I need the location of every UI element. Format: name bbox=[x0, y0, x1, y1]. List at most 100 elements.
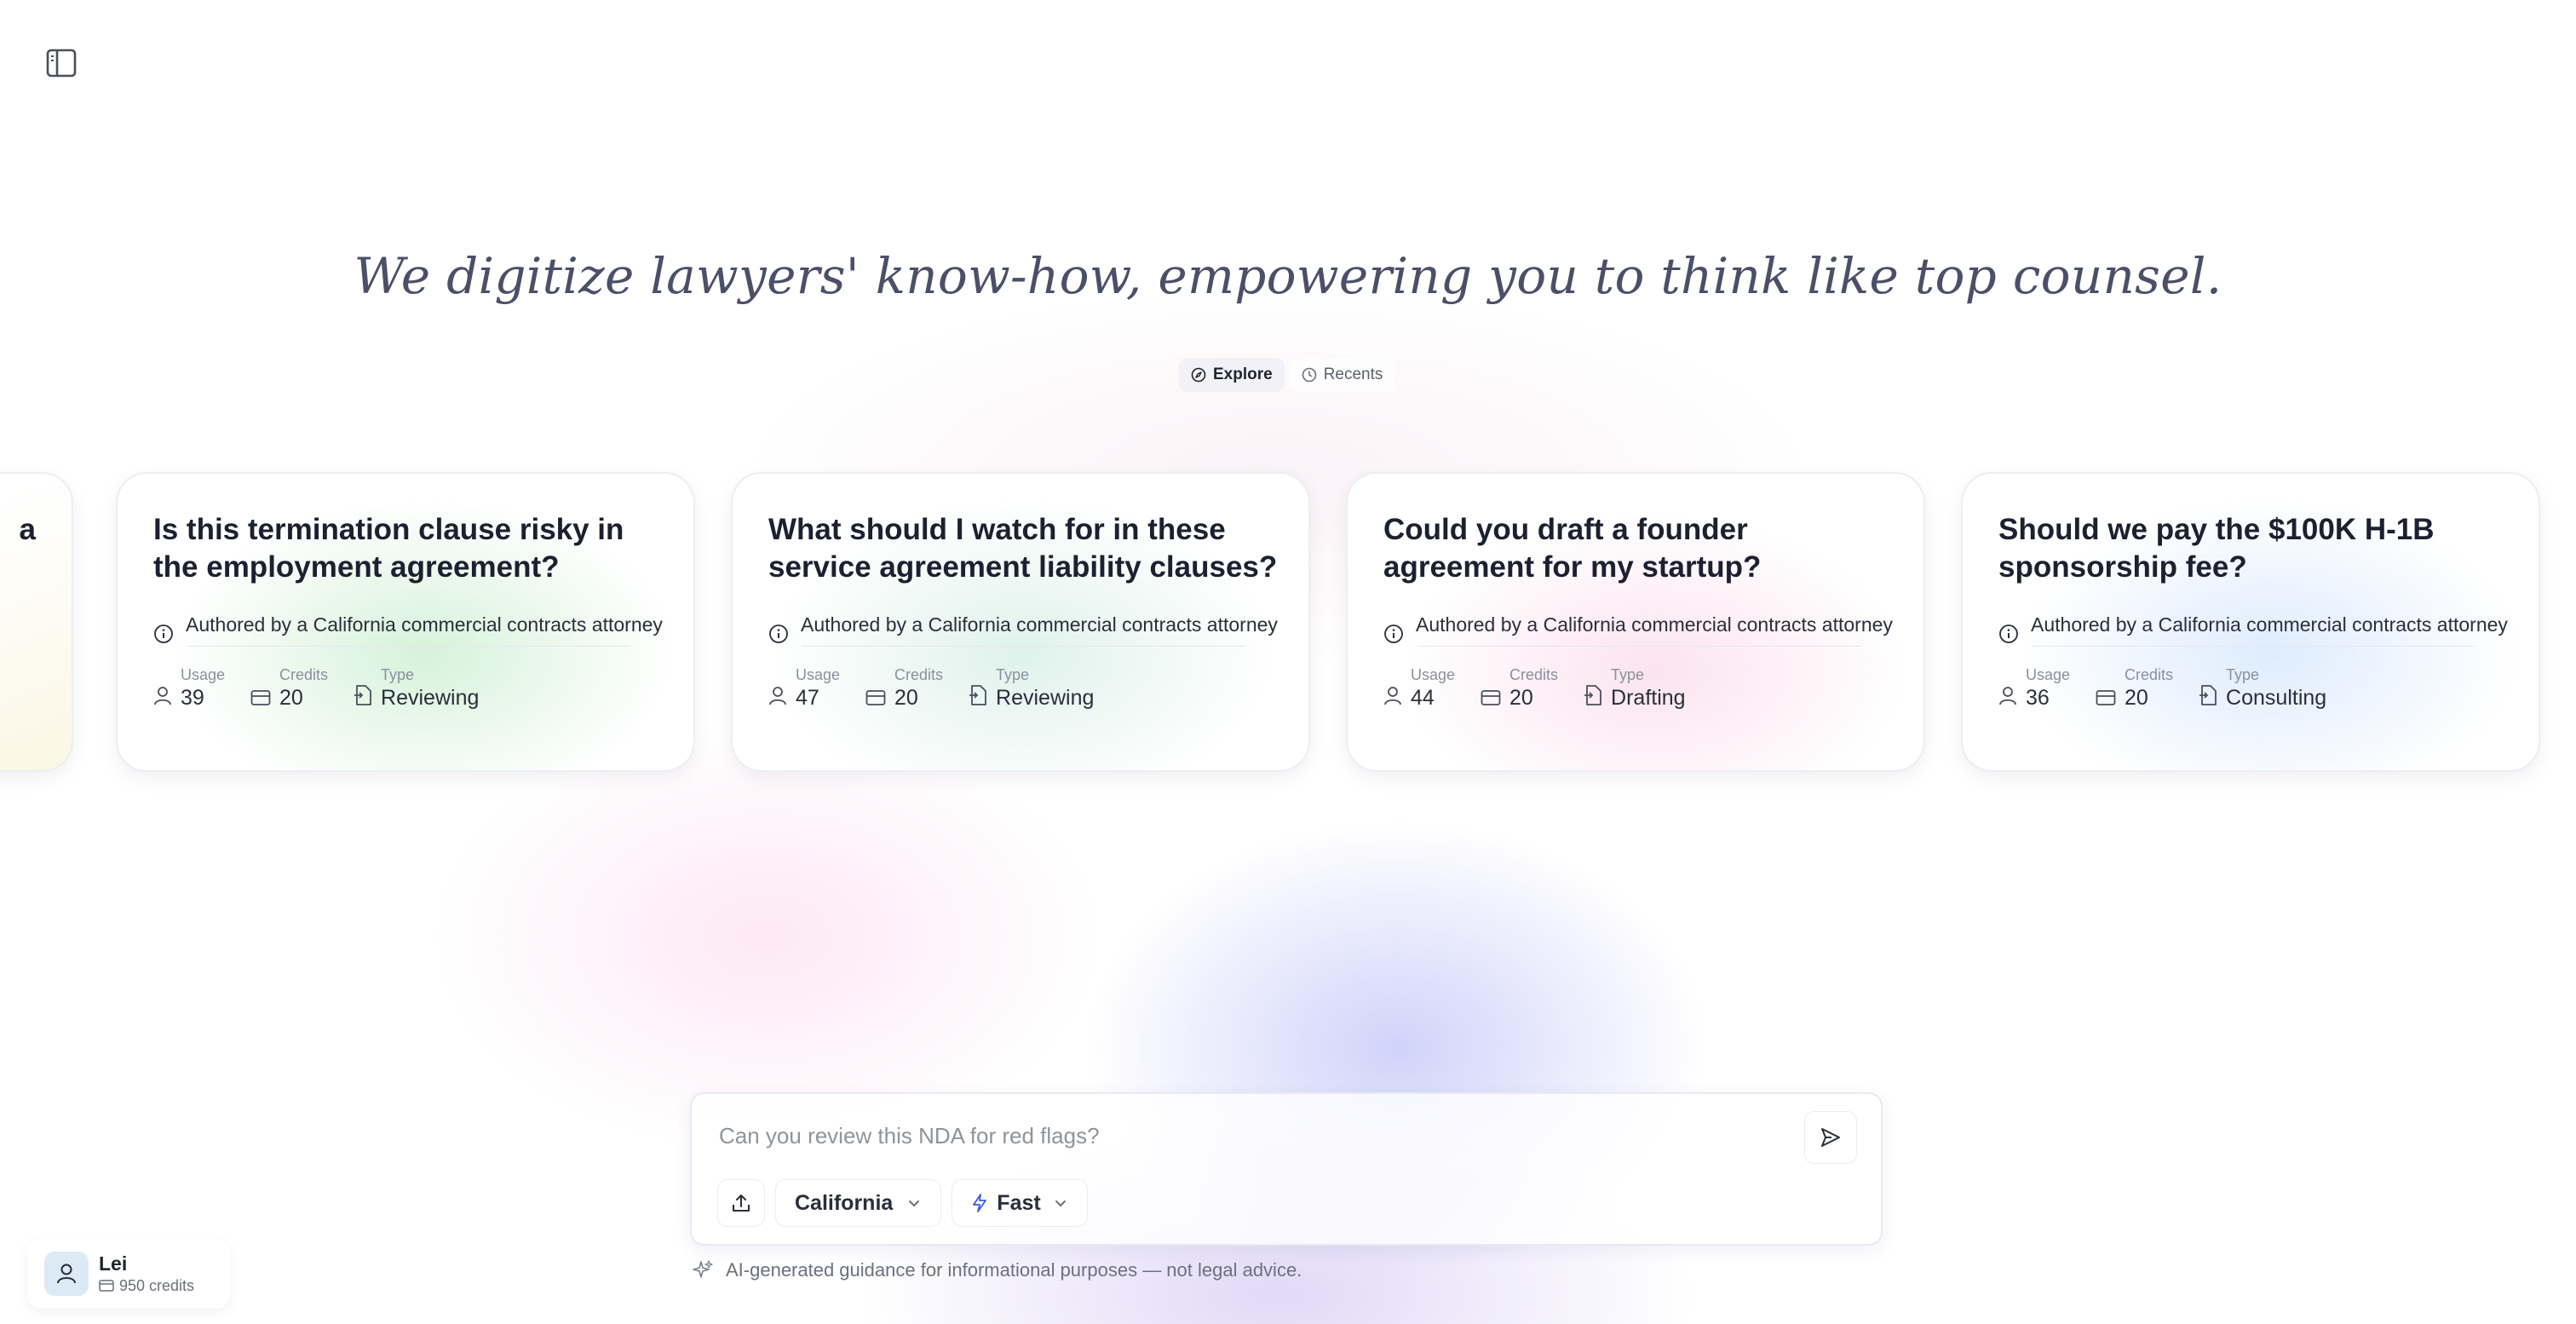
credits-value: 20 bbox=[2125, 686, 2148, 710]
card-meta: Usage 47 Credits 20 Type Reviewing bbox=[768, 665, 1279, 711]
user-icon bbox=[57, 1264, 76, 1284]
lightning-icon bbox=[973, 1194, 987, 1212]
jurisdiction-value: California bbox=[795, 1190, 894, 1215]
credits-value: 20 bbox=[279, 686, 303, 710]
credits-label: Credits bbox=[1509, 666, 1559, 683]
usage-stat: Usage 44 bbox=[1383, 665, 1455, 711]
type-label: Type bbox=[2226, 666, 2260, 683]
divider bbox=[2033, 646, 2475, 647]
usage-value: 39 bbox=[181, 686, 204, 710]
sidebar-toggle-button[interactable] bbox=[44, 48, 78, 78]
sidebar-panel-icon bbox=[46, 49, 77, 78]
credits-label: Credits bbox=[2125, 666, 2174, 683]
document-icon bbox=[1584, 685, 1601, 705]
usage-label: Usage bbox=[1411, 666, 1456, 683]
user-account-chip[interactable]: Lei 950 credits bbox=[27, 1239, 230, 1309]
card-title: Could you draft a founder agreement for … bbox=[1383, 513, 1762, 584]
credits-stat: Credits 20 bbox=[1481, 665, 1558, 711]
user-credits: 950 credits bbox=[99, 1275, 194, 1296]
send-button[interactable] bbox=[1804, 1111, 1857, 1164]
card-meta: Usage 44 Credits 20 Type Drafting bbox=[1383, 665, 1895, 711]
mode-value: Fast bbox=[997, 1190, 1041, 1215]
usage-stat: Usage 36 bbox=[1998, 665, 2070, 711]
sparkle-icon bbox=[693, 1260, 713, 1278]
usage-label: Usage bbox=[181, 666, 226, 683]
upload-icon bbox=[733, 1194, 750, 1212]
info-icon bbox=[1999, 625, 2018, 643]
author-row: Authored by a California commercial cont… bbox=[768, 612, 1279, 644]
usage-stat: Usage 47 bbox=[768, 665, 840, 711]
credit-card-icon bbox=[865, 690, 886, 705]
user-icon bbox=[1384, 687, 1401, 705]
type-label: Type bbox=[996, 666, 1030, 683]
clock-icon bbox=[1302, 367, 1317, 383]
type-value: Reviewing bbox=[996, 686, 1095, 710]
tab-label: Recents bbox=[1323, 366, 1383, 383]
author-row: Authored by a California commercial cont… bbox=[1383, 612, 1895, 644]
card-title: Should we pay the $100K H-1B sponsorship… bbox=[1998, 513, 2435, 584]
card-meta: Usage 39 Credits 20 Type Reviewing bbox=[153, 665, 664, 711]
document-icon bbox=[969, 685, 986, 705]
divider bbox=[1417, 646, 1860, 647]
type-stat: Type Reviewing bbox=[969, 665, 1094, 711]
usage-label: Usage bbox=[2026, 666, 2071, 683]
card-title: a bbox=[19, 513, 36, 546]
type-value: Reviewing bbox=[381, 686, 480, 710]
app-page: We digitize lawyers' know-how, empowerin… bbox=[0, 0, 2576, 1324]
tab-explore[interactable]: Explore bbox=[1179, 358, 1285, 392]
type-stat: Type Consulting bbox=[2199, 665, 2326, 711]
author-text: Authored by a California commercial cont… bbox=[801, 613, 1278, 636]
usage-stat: Usage 39 bbox=[153, 665, 225, 711]
tab-recents[interactable]: Recents bbox=[1289, 358, 1395, 392]
prompt-card[interactable]: Should we pay the $100K H-1B sponsorship… bbox=[1961, 472, 2540, 772]
page-headline: We digitize lawyers' know-how, empowerin… bbox=[354, 247, 2222, 305]
composer-controls: California Fast bbox=[717, 1179, 1088, 1227]
divider bbox=[187, 646, 630, 647]
credits-stat: Credits 20 bbox=[250, 665, 328, 711]
credits-label: Credits bbox=[279, 666, 329, 683]
author-text: Authored by a California commercial cont… bbox=[1416, 613, 1893, 636]
credit-card-icon bbox=[250, 690, 271, 705]
credit-card-icon bbox=[1481, 690, 1501, 705]
usage-value: 36 bbox=[2026, 686, 2050, 710]
prompt-card[interactable]: What should I watch for in these service… bbox=[731, 472, 1310, 772]
prompt-composer: California Fast bbox=[690, 1092, 1883, 1246]
user-icon bbox=[154, 687, 171, 705]
prompt-card[interactable]: a bbox=[0, 472, 73, 772]
type-stat: Type Drafting bbox=[1584, 665, 1686, 711]
prompt-card[interactable]: Could you draft a founder agreement for … bbox=[1346, 472, 1925, 772]
type-label: Type bbox=[1611, 666, 1645, 683]
upload-button[interactable] bbox=[717, 1179, 765, 1227]
type-value: Drafting bbox=[1611, 686, 1686, 710]
usage-value: 44 bbox=[1411, 686, 1435, 710]
jurisdiction-select[interactable]: California bbox=[775, 1179, 942, 1227]
compass-icon bbox=[1191, 367, 1206, 383]
credits-label: Credits bbox=[894, 666, 944, 683]
author-text: Authored by a California commercial cont… bbox=[186, 613, 663, 636]
prompt-card[interactable]: Is this termination clause risky in the … bbox=[116, 472, 695, 772]
chevron-down-icon bbox=[909, 1200, 920, 1207]
chevron-down-icon bbox=[1055, 1200, 1066, 1207]
type-stat: Type Reviewing bbox=[354, 665, 479, 711]
divider bbox=[802, 646, 1245, 647]
tab-label: Explore bbox=[1213, 366, 1273, 383]
user-icon bbox=[769, 687, 786, 705]
usage-value: 47 bbox=[796, 686, 819, 710]
author-row: Authored by a California commercial cont… bbox=[153, 612, 664, 644]
tab-bar: Explore Recents bbox=[1179, 356, 1395, 394]
credits-stat: Credits 20 bbox=[2096, 665, 2173, 711]
credit-card-icon bbox=[2096, 690, 2116, 705]
mode-select[interactable]: Fast bbox=[952, 1179, 1088, 1227]
user-name: Lei bbox=[99, 1252, 128, 1275]
card-meta: Usage 36 Credits 20 Type Consulting bbox=[1998, 665, 2510, 711]
credits-value: 20 bbox=[1509, 686, 1533, 710]
prompt-card-carousel: a Is this termination clause risky in th… bbox=[0, 472, 2576, 774]
card-title: Is this termination clause risky in the … bbox=[153, 513, 624, 584]
credits-value: 20 bbox=[894, 686, 918, 710]
prompt-input[interactable] bbox=[717, 1118, 1777, 1154]
user-icon bbox=[1999, 687, 2016, 705]
type-value: Consulting bbox=[2226, 686, 2327, 710]
author-text: Authored by a California commercial cont… bbox=[2031, 613, 2508, 636]
info-icon bbox=[769, 625, 788, 643]
info-icon bbox=[1384, 625, 1403, 643]
